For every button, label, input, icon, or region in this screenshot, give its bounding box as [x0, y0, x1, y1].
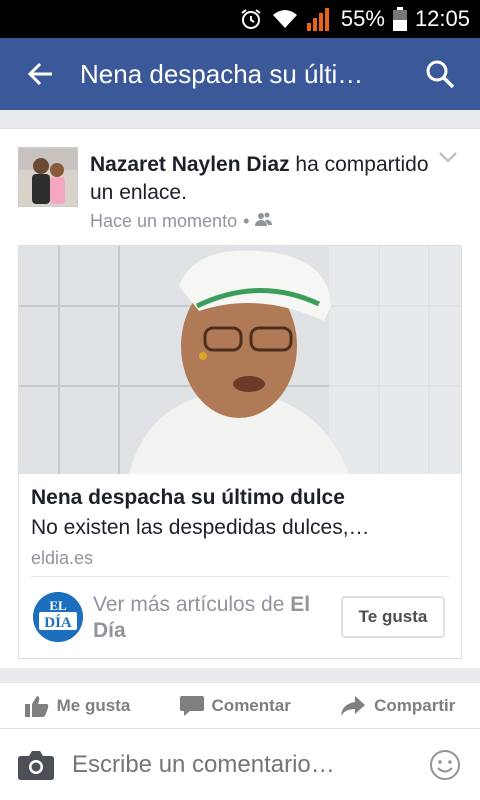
share-label: Compartir	[374, 695, 456, 715]
wifi-icon	[271, 8, 299, 30]
link-image[interactable]	[19, 246, 461, 474]
logo-text-top: EL	[49, 598, 67, 613]
link-title[interactable]: Nena despacha su último dulce	[31, 486, 345, 510]
post-card: Nazaret Naylen Diaz ha compartido un enl…	[0, 128, 480, 668]
author-name[interactable]: Nazaret Naylen Diaz	[90, 153, 290, 176]
search-button[interactable]	[400, 38, 480, 110]
dot-separator: •	[243, 211, 250, 231]
battery-percent: 55%	[340, 6, 385, 31]
comment-icon	[179, 695, 204, 716]
comment-button[interactable]: Comentar	[179, 695, 291, 717]
search-icon	[426, 60, 455, 89]
comment-bar	[0, 728, 480, 800]
post-header-text: Nazaret Naylen Diaz ha compartido un enl…	[90, 151, 430, 207]
app-bar: Nena despacha su últi…	[0, 38, 480, 110]
status-bar: 55% 12:05	[0, 0, 480, 38]
post-meta: Hace un momento •	[90, 211, 273, 232]
share-icon	[341, 695, 366, 716]
camera-button[interactable]	[0, 729, 72, 800]
camera-icon	[18, 750, 54, 780]
clock: 12:05	[414, 6, 470, 31]
publisher-logo[interactable]: EL DÍA	[33, 592, 83, 642]
more-articles-label: Ver más artículos de	[93, 593, 291, 616]
comment-input[interactable]	[72, 750, 410, 779]
avatar[interactable]	[18, 147, 78, 207]
divider	[31, 576, 449, 577]
arrow-back-icon	[27, 62, 52, 86]
post-time[interactable]: Hace un momento	[90, 211, 237, 232]
emoji-button[interactable]	[410, 729, 480, 800]
thumbs-up-icon	[24, 695, 48, 717]
alarm-icon	[239, 7, 263, 31]
like-button[interactable]: Me gusta	[24, 695, 131, 717]
battery-icon	[392, 7, 407, 31]
smiley-icon	[430, 749, 460, 780]
chevron-down-icon[interactable]	[436, 147, 460, 167]
comment-label: Comentar	[211, 695, 291, 715]
like-page-button[interactable]: Te gusta	[341, 596, 445, 638]
link-preview[interactable]: Nena despacha su último dulce No existen…	[18, 245, 462, 659]
like-label: Me gusta	[56, 695, 131, 715]
logo-text-bottom: DÍA	[44, 614, 72, 631]
friends-icon	[255, 211, 273, 232]
publisher-text[interactable]: Ver más artículos de El Día	[93, 592, 343, 644]
share-button[interactable]: Compartir	[340, 695, 455, 717]
page-title: Nena despacha su últi…	[80, 58, 364, 89]
signal-icon	[306, 7, 333, 31]
post-actions: Me gusta Comentar Compartir	[0, 682, 480, 728]
link-description: No existen las despedidas dulces,…	[31, 516, 370, 539]
link-domain: eldia.es	[31, 548, 94, 568]
back-button[interactable]	[0, 38, 80, 110]
